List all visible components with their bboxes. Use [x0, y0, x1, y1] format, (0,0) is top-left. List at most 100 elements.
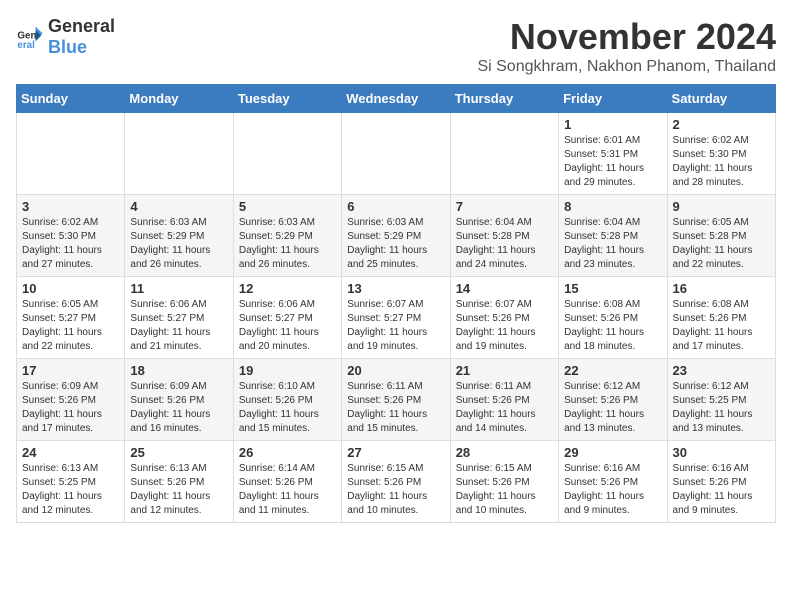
calendar-cell: 11 Sunrise: 6:06 AM Sunset: 5:27 PM Dayli… — [125, 277, 233, 359]
day-info: Sunrise: 6:15 AM Sunset: 5:26 PM Dayligh… — [456, 462, 553, 518]
day-number: 10 — [22, 281, 119, 296]
calendar-cell: 26 Sunrise: 6:14 AM Sunset: 5:26 PM Dayli… — [233, 441, 341, 523]
logo-blue: Blue — [48, 37, 87, 57]
weekday-header-sunday: Sunday — [17, 85, 125, 113]
day-number: 30 — [673, 445, 770, 460]
calendar-cell: 20 Sunrise: 6:11 AM Sunset: 5:26 PM Dayli… — [342, 359, 450, 441]
day-info: Sunrise: 6:07 AM Sunset: 5:26 PM Dayligh… — [456, 298, 553, 354]
day-number: 17 — [22, 363, 119, 378]
day-number: 29 — [564, 445, 661, 460]
day-number: 18 — [130, 363, 227, 378]
day-number: 6 — [347, 199, 444, 214]
calendar-cell: 8 Sunrise: 6:04 AM Sunset: 5:28 PM Daylig… — [559, 195, 667, 277]
day-info: Sunrise: 6:07 AM Sunset: 5:27 PM Dayligh… — [347, 298, 444, 354]
day-number: 3 — [22, 199, 119, 214]
calendar-cell: 10 Sunrise: 6:05 AM Sunset: 5:27 PM Dayli… — [17, 277, 125, 359]
calendar-cell: 12Sunrise: 6:06 AM Sunset: 5:27 PM Dayli… — [233, 277, 341, 359]
day-info: Sunrise: 6:08 AM Sunset: 5:26 PM Dayligh… — [673, 298, 770, 354]
day-info: Sunrise: 6:03 AM Sunset: 5:29 PM Dayligh… — [239, 216, 336, 272]
calendar-cell: 27 Sunrise: 6:15 AM Sunset: 5:26 PM Dayli… — [342, 441, 450, 523]
day-number: 28 — [456, 445, 553, 460]
calendar-cell: 23 Sunrise: 6:12 AM Sunset: 5:25 PM Dayli… — [667, 359, 775, 441]
month-title: November 2024 — [477, 16, 776, 58]
location-title: Si Songkhram, Nakhon Phanom, Thailand — [477, 58, 776, 76]
day-info: Sunrise: 6:04 AM Sunset: 5:28 PM Dayligh… — [456, 216, 553, 272]
day-number: 12 — [239, 281, 336, 296]
day-number: 25 — [130, 445, 227, 460]
day-info: Sunrise: 6:05 AM Sunset: 5:28 PM Dayligh… — [673, 216, 770, 272]
week-row-2: 3 Sunrise: 6:02 AM Sunset: 5:30 PM Daylig… — [17, 195, 776, 277]
svg-text:eral: eral — [17, 40, 35, 51]
calendar-cell — [17, 113, 125, 195]
day-number: 26 — [239, 445, 336, 460]
calendar-cell: 2 Sunrise: 6:02 AM Sunset: 5:30 PM Daylig… — [667, 113, 775, 195]
day-info: Sunrise: 6:11 AM Sunset: 5:26 PM Dayligh… — [456, 380, 553, 436]
day-number: 1 — [564, 117, 661, 132]
day-number: 9 — [673, 199, 770, 214]
day-info: Sunrise: 6:11 AM Sunset: 5:26 PM Dayligh… — [347, 380, 444, 436]
calendar-cell: 5 Sunrise: 6:03 AM Sunset: 5:29 PM Daylig… — [233, 195, 341, 277]
calendar-cell: 4Sunrise: 6:03 AM Sunset: 5:29 PM Daylig… — [125, 195, 233, 277]
calendar-cell: 19 Sunrise: 6:10 AM Sunset: 5:26 PM Dayli… — [233, 359, 341, 441]
day-number: 23 — [673, 363, 770, 378]
weekday-header-friday: Friday — [559, 85, 667, 113]
day-number: 2 — [673, 117, 770, 132]
calendar-cell: 7Sunrise: 6:04 AM Sunset: 5:28 PM Daylig… — [450, 195, 558, 277]
page-header: Gen eral General Blue November 2024 Si S… — [16, 16, 776, 76]
calendar-cell: 29 Sunrise: 6:16 AM Sunset: 5:26 PM Dayli… — [559, 441, 667, 523]
day-info: Sunrise: 6:10 AM Sunset: 5:26 PM Dayligh… — [239, 380, 336, 436]
day-info: Sunrise: 6:02 AM Sunset: 5:30 PM Dayligh… — [22, 216, 119, 272]
day-info: Sunrise: 6:13 AM Sunset: 5:26 PM Dayligh… — [130, 462, 227, 518]
weekday-header-tuesday: Tuesday — [233, 85, 341, 113]
day-info: Sunrise: 6:02 AM Sunset: 5:30 PM Dayligh… — [673, 134, 770, 190]
weekday-header-thursday: Thursday — [450, 85, 558, 113]
day-info: Sunrise: 6:03 AM Sunset: 5:29 PM Dayligh… — [130, 216, 227, 272]
calendar-cell: 17Sunrise: 6:09 AM Sunset: 5:26 PM Dayli… — [17, 359, 125, 441]
calendar-cell: 25 Sunrise: 6:13 AM Sunset: 5:26 PM Dayli… — [125, 441, 233, 523]
day-info: Sunrise: 6:03 AM Sunset: 5:29 PM Dayligh… — [347, 216, 444, 272]
calendar-cell: 24Sunrise: 6:13 AM Sunset: 5:25 PM Dayli… — [17, 441, 125, 523]
calendar-cell: 21Sunrise: 6:11 AM Sunset: 5:26 PM Dayli… — [450, 359, 558, 441]
calendar-cell: 9 Sunrise: 6:05 AM Sunset: 5:28 PM Daylig… — [667, 195, 775, 277]
day-number: 15 — [564, 281, 661, 296]
day-number: 11 — [130, 281, 227, 296]
day-info: Sunrise: 6:12 AM Sunset: 5:25 PM Dayligh… — [673, 380, 770, 436]
title-area: November 2024 Si Songkhram, Nakhon Phano… — [477, 16, 776, 76]
calendar-cell — [233, 113, 341, 195]
day-info: Sunrise: 6:14 AM Sunset: 5:26 PM Dayligh… — [239, 462, 336, 518]
calendar-cell: 6 Sunrise: 6:03 AM Sunset: 5:29 PM Daylig… — [342, 195, 450, 277]
day-info: Sunrise: 6:08 AM Sunset: 5:26 PM Dayligh… — [564, 298, 661, 354]
weekday-header-saturday: Saturday — [667, 85, 775, 113]
calendar-cell: 3 Sunrise: 6:02 AM Sunset: 5:30 PM Daylig… — [17, 195, 125, 277]
day-info: Sunrise: 6:16 AM Sunset: 5:26 PM Dayligh… — [564, 462, 661, 518]
day-number: 27 — [347, 445, 444, 460]
calendar-cell: 30 Sunrise: 6:16 AM Sunset: 5:26 PM Dayli… — [667, 441, 775, 523]
day-number: 8 — [564, 199, 661, 214]
logo: Gen eral General Blue — [16, 16, 115, 58]
day-number: 14 — [456, 281, 553, 296]
day-info: Sunrise: 6:16 AM Sunset: 5:26 PM Dayligh… — [673, 462, 770, 518]
calendar-cell: 1 Sunrise: 6:01 AM Sunset: 5:31 PM Daylig… — [559, 113, 667, 195]
day-number: 5 — [239, 199, 336, 214]
day-info: Sunrise: 6:05 AM Sunset: 5:27 PM Dayligh… — [22, 298, 119, 354]
day-info: Sunrise: 6:12 AM Sunset: 5:26 PM Dayligh… — [564, 380, 661, 436]
day-number: 16 — [673, 281, 770, 296]
weekday-header-monday: Monday — [125, 85, 233, 113]
calendar-cell: 13Sunrise: 6:07 AM Sunset: 5:27 PM Dayli… — [342, 277, 450, 359]
calendar-cell — [342, 113, 450, 195]
day-number: 20 — [347, 363, 444, 378]
weekday-header-row: SundayMondayTuesdayWednesdayThursdayFrid… — [17, 85, 776, 113]
day-info: Sunrise: 6:06 AM Sunset: 5:27 PM Dayligh… — [130, 298, 227, 354]
weekday-header-wednesday: Wednesday — [342, 85, 450, 113]
logo-text: General Blue — [48, 16, 115, 58]
calendar-cell: 15 Sunrise: 6:08 AM Sunset: 5:26 PM Dayli… — [559, 277, 667, 359]
day-number: 19 — [239, 363, 336, 378]
calendar-cell: 16 Sunrise: 6:08 AM Sunset: 5:26 PM Dayli… — [667, 277, 775, 359]
day-info: Sunrise: 6:04 AM Sunset: 5:28 PM Dayligh… — [564, 216, 661, 272]
day-info: Sunrise: 6:13 AM Sunset: 5:25 PM Dayligh… — [22, 462, 119, 518]
week-row-5: 24Sunrise: 6:13 AM Sunset: 5:25 PM Dayli… — [17, 441, 776, 523]
calendar-cell: 22Sunrise: 6:12 AM Sunset: 5:26 PM Dayli… — [559, 359, 667, 441]
day-info: Sunrise: 6:01 AM Sunset: 5:31 PM Dayligh… — [564, 134, 661, 190]
day-info: Sunrise: 6:15 AM Sunset: 5:26 PM Dayligh… — [347, 462, 444, 518]
calendar-cell — [450, 113, 558, 195]
